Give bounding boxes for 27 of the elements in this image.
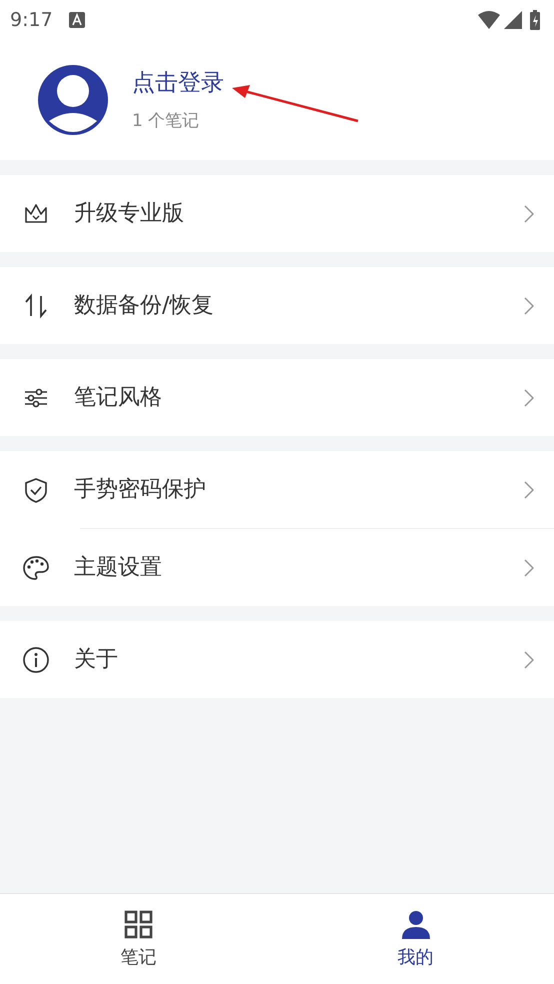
chevron-right-icon [524,204,534,222]
grid-icon [124,910,154,940]
chevron-right-icon [524,650,534,668]
status-time: 9:17 [10,8,53,33]
menu-item[interactable]: 关于 [0,621,554,698]
menu-item[interactable]: 笔记风格 [0,359,554,436]
menu-item[interactable]: 数据备份/恢复 [0,267,554,344]
tab[interactable]: 笔记 [0,894,277,984]
login-link[interactable]: 点击登录 [132,66,224,100]
menu-item[interactable]: 升级专业版 [0,175,554,252]
shield-check-icon [22,476,50,504]
tab[interactable]: 我的 [277,894,554,984]
info-icon [22,646,50,674]
chevron-right-icon [524,296,534,314]
person-icon [400,910,430,940]
menu-item[interactable]: 主题设置 [0,529,554,606]
chevron-right-icon [524,558,534,576]
wifi-icon [478,11,500,29]
menu-item[interactable]: 手势密码保护 [0,451,554,528]
note-count: 1 个笔记 [132,110,200,132]
palette-icon [22,554,50,582]
signal-icon [504,11,522,29]
avatar-icon [38,65,108,135]
chevron-right-icon [524,480,534,498]
battery-icon [530,10,540,30]
keyboard-icon [68,12,85,28]
chevron-right-icon [524,388,534,406]
